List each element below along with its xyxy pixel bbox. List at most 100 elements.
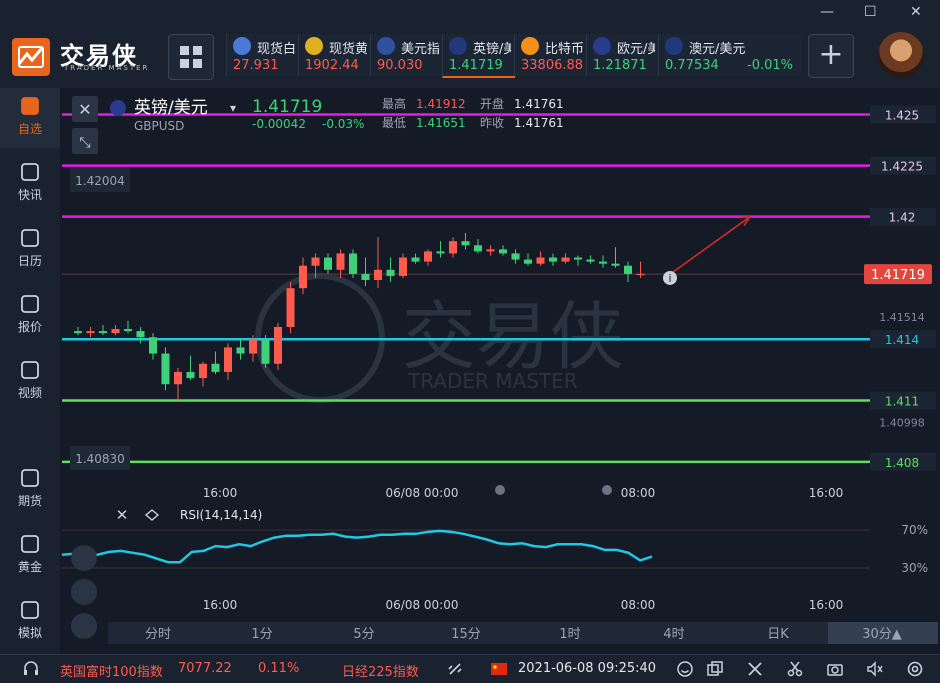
ticker-card[interactable]: 英镑/美元1.41719 xyxy=(442,34,515,78)
ticker-card[interactable]: 美元指数90.030 xyxy=(370,34,443,76)
candle-body[interactable] xyxy=(474,245,482,252)
camera-icon[interactable] xyxy=(826,660,844,678)
candle-body[interactable] xyxy=(299,265,307,289)
sidebar-item[interactable]: 期货 xyxy=(0,460,60,520)
candle-body[interactable] xyxy=(636,273,645,276)
close-button[interactable]: ✕ xyxy=(910,4,922,20)
candle-body[interactable] xyxy=(99,331,107,334)
ticker-card[interactable]: 现货黄金1902.44 xyxy=(298,34,371,76)
ticker-card[interactable]: 比特币 33806.88 xyxy=(514,34,587,76)
candle-body[interactable] xyxy=(599,261,607,264)
candle-body[interactable] xyxy=(286,288,295,327)
candle-body[interactable] xyxy=(611,263,620,266)
candle-body[interactable] xyxy=(361,273,370,280)
sidebar-item[interactable]: 报价 xyxy=(0,286,60,346)
emoji-icon[interactable] xyxy=(676,660,694,678)
candle-body[interactable] xyxy=(561,257,570,262)
candle-body[interactable] xyxy=(211,363,220,372)
candle-body[interactable] xyxy=(136,331,145,338)
candle-body[interactable] xyxy=(574,257,582,260)
ticker-card[interactable]: 澳元/美元 0.77534 -0.01% xyxy=(658,34,801,76)
candle-body[interactable] xyxy=(174,371,182,385)
sidebar-item[interactable]: 日历 xyxy=(0,220,60,280)
candle-body[interactable] xyxy=(111,329,120,334)
index2-name[interactable]: 日经225指数 xyxy=(342,661,419,680)
candle-body[interactable] xyxy=(511,253,520,260)
maximize-button[interactable]: ☐ xyxy=(864,4,877,20)
candle-body[interactable] xyxy=(411,257,420,262)
headset-icon[interactable] xyxy=(22,660,40,678)
candle-body[interactable] xyxy=(499,249,507,254)
sidebar-item[interactable]: 视频 xyxy=(0,352,60,412)
sidebar-item[interactable]: 黄金 xyxy=(0,526,60,586)
candle-body[interactable] xyxy=(86,331,95,334)
rsi-line[interactable] xyxy=(62,529,653,564)
scissors-icon[interactable] xyxy=(786,660,804,678)
ticker-card[interactable]: 欧元/美元1.21871 xyxy=(586,34,659,76)
logo-subtitle: TRADER MASTER xyxy=(64,64,150,72)
price-chart[interactable]: 交易侠TRADER MASTER 1.425 1.4225 1.42 1.41719 1.… xyxy=(62,88,938,644)
candle-body[interactable] xyxy=(461,241,470,246)
candle-body[interactable] xyxy=(399,257,407,276)
ticker-card[interactable]: 现货白银27.931 xyxy=(226,34,299,76)
candle-body[interactable] xyxy=(386,269,395,276)
minimize-button[interactable]: — xyxy=(820,4,834,20)
candle-body[interactable] xyxy=(424,251,432,262)
candle-body[interactable] xyxy=(186,371,195,379)
candle-body[interactable] xyxy=(536,257,545,264)
candle-body[interactable] xyxy=(74,331,82,334)
candle-body[interactable] xyxy=(149,337,157,354)
sidebar-item[interactable]: 自选 xyxy=(0,88,60,148)
apps-grid-button[interactable] xyxy=(168,34,214,80)
candle-body[interactable] xyxy=(311,257,320,266)
trend-arrow[interactable] xyxy=(670,216,751,275)
candle-body[interactable] xyxy=(324,257,332,270)
timeframe-button[interactable]: 15分 xyxy=(451,627,481,642)
timeframe-button[interactable]: 分时 xyxy=(145,627,171,642)
candle-body[interactable] xyxy=(486,249,495,252)
timeframe-button[interactable]: 1时 xyxy=(559,627,580,642)
symbol-change: -0.00042 xyxy=(252,117,306,131)
candle-body[interactable] xyxy=(449,241,457,254)
timeframe-button[interactable]: 4时 xyxy=(663,627,684,642)
sidebar-item[interactable]: 快讯 xyxy=(0,154,60,214)
close-rsi-icon[interactable]: ✕ xyxy=(116,506,129,524)
symbol-name[interactable]: 英镑/美元 xyxy=(134,98,208,118)
candle-body[interactable] xyxy=(261,339,270,364)
wave-icon[interactable] xyxy=(71,613,97,639)
timeframe-button[interactable]: 30分▲ xyxy=(862,627,902,642)
candle-body[interactable] xyxy=(249,339,257,354)
bars-icon[interactable] xyxy=(71,545,97,571)
add-ticker-button[interactable]: + xyxy=(808,34,854,78)
link-icon[interactable] xyxy=(446,660,464,678)
candle-body[interactable] xyxy=(236,347,245,354)
candle-body[interactable] xyxy=(161,353,170,385)
candle-body[interactable] xyxy=(624,265,632,274)
candle-body[interactable] xyxy=(224,347,232,372)
timeframe-button[interactable]: 日K xyxy=(767,627,789,642)
candle-body[interactable] xyxy=(549,257,557,262)
timeframe-button[interactable]: 1分 xyxy=(251,627,272,642)
candle-body[interactable] xyxy=(349,253,357,274)
avatar[interactable] xyxy=(878,32,924,78)
settings-icon[interactable] xyxy=(906,660,924,678)
candle-body[interactable] xyxy=(199,363,207,379)
scroll-dot[interactable] xyxy=(495,485,505,495)
sidebar-item[interactable]: 模拟 xyxy=(0,592,60,652)
candle-body[interactable] xyxy=(124,329,132,332)
candle-body[interactable] xyxy=(274,326,282,364)
scroll-dot[interactable] xyxy=(602,485,612,495)
index1-name[interactable]: 英国富时100指数 xyxy=(60,661,163,680)
candle-body[interactable] xyxy=(524,259,532,264)
pencil-icon[interactable] xyxy=(71,579,97,605)
tools-icon[interactable] xyxy=(746,660,764,678)
mute-icon[interactable] xyxy=(866,660,884,678)
symbol-dropdown-icon[interactable]: ▾ xyxy=(230,101,236,115)
candle-body[interactable] xyxy=(436,251,445,254)
windows-icon[interactable] xyxy=(706,660,724,678)
candle-body[interactable] xyxy=(586,259,595,262)
candle-body[interactable] xyxy=(374,269,382,280)
timeframe-button[interactable]: 5分 xyxy=(353,627,374,642)
rsi-settings-icon[interactable] xyxy=(144,509,160,521)
candle-body[interactable] xyxy=(336,253,345,270)
